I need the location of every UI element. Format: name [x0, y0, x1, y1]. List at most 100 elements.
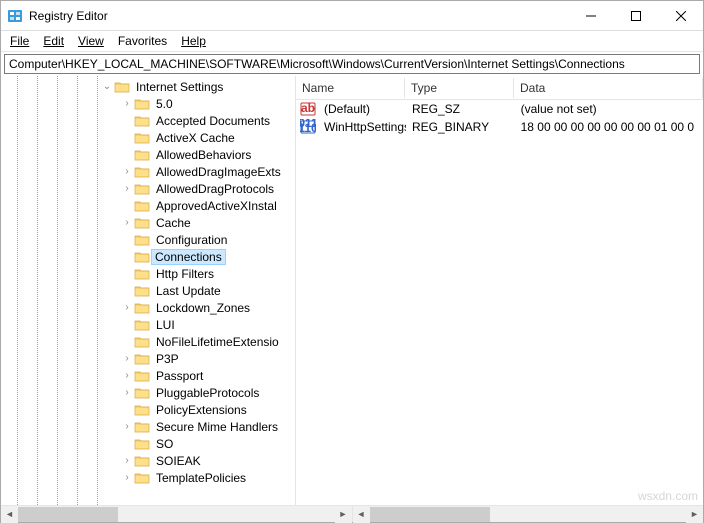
tree-label: AllowedDragImageExts [152, 165, 285, 179]
close-button[interactable] [658, 1, 703, 30]
value-type: REG_SZ [406, 101, 515, 117]
tree-item-internet-settings[interactable]: ⌄Internet Settings [1, 78, 295, 95]
list-header: Name Type Data [296, 76, 703, 100]
tree-item-lockdown-zones[interactable]: ›Lockdown_Zones [1, 299, 295, 316]
horizontal-scrollbar: ◄ ► ◄ ► [1, 505, 703, 522]
tree-item-so[interactable]: SO [1, 435, 295, 452]
tree-item-cache[interactable]: › Cache [1, 214, 295, 231]
expand-icon[interactable]: › [120, 369, 134, 383]
expand-icon[interactable]: › [120, 165, 134, 179]
tree-label: 5.0 [152, 97, 177, 111]
tree-label: SOIEAK [152, 454, 205, 468]
list-h-scroll[interactable]: ◄ ► [353, 506, 704, 522]
tree-item-alloweddragimageexts[interactable]: › AllowedDragImageExts [1, 163, 295, 180]
tree-item-nofilelifetimeextensio[interactable]: NoFileLifetimeExtensio [1, 333, 295, 350]
expand-placeholder [120, 284, 134, 298]
tree-pane[interactable]: ⌄Internet Settings › 5.0 Accepted Documents… [1, 76, 296, 505]
tree-label: Accepted Documents [152, 114, 274, 128]
tree-label: Configuration [152, 233, 231, 247]
expand-icon[interactable]: › [120, 301, 134, 315]
tree-item-connections[interactable]: Connections [1, 248, 295, 265]
address-bar[interactable]: Computer\HKEY_LOCAL_MACHINE\SOFTWARE\Mic… [4, 54, 700, 74]
expand-icon[interactable]: › [120, 420, 134, 434]
expand-placeholder [120, 199, 134, 213]
value-data: (value not set) [515, 101, 703, 117]
expand-placeholder [120, 114, 134, 128]
scroll-thumb[interactable] [370, 507, 490, 522]
expand-placeholder [120, 148, 134, 162]
menu-edit[interactable]: Edit [36, 32, 71, 50]
value-type: REG_BINARY [406, 119, 515, 135]
folder-icon [134, 420, 150, 434]
tree-label: LUI [152, 318, 179, 332]
scroll-right-button[interactable]: ► [335, 506, 352, 523]
folder-icon [134, 471, 150, 485]
tree-label: Cache [152, 216, 195, 230]
scroll-thumb[interactable] [18, 507, 118, 522]
col-header-type[interactable]: Type [405, 78, 514, 98]
expand-icon[interactable]: › [120, 352, 134, 366]
scroll-right-button[interactable]: ► [686, 506, 703, 523]
folder-icon [134, 318, 150, 332]
tree-item-accepted-documents[interactable]: Accepted Documents [1, 112, 295, 129]
menu-view[interactable]: View [71, 32, 111, 50]
tree-item-activex-cache[interactable]: ActiveX Cache [1, 129, 295, 146]
scroll-left-button[interactable]: ◄ [1, 506, 18, 523]
value-name: (Default) [318, 101, 406, 117]
svg-text:ab: ab [301, 101, 315, 115]
menu-help[interactable]: Help [174, 32, 213, 50]
tree-item-passport[interactable]: ›Passport [1, 367, 295, 384]
tree-item-alloweddragprotocols[interactable]: › AllowedDragProtocols [1, 180, 295, 197]
folder-icon [134, 199, 150, 213]
tree-item-soieak[interactable]: › SOIEAK [1, 452, 295, 469]
menu-favorites[interactable]: Favorites [111, 32, 174, 50]
folder-icon [114, 80, 130, 94]
tree-item-lui[interactable]: LUI [1, 316, 295, 333]
expand-icon[interactable]: › [120, 182, 134, 196]
menu-file[interactable]: File [3, 32, 36, 50]
col-header-data[interactable]: Data [514, 78, 703, 98]
content-area: ⌄Internet Settings › 5.0 Accepted Documents… [1, 76, 703, 505]
expand-icon[interactable]: › [120, 471, 134, 485]
value-row[interactable]: ab(Default)REG_SZ(value not set) [296, 100, 703, 118]
value-row[interactable]: 011110WinHttpSettingsREG_BINARY18 00 00 … [296, 118, 703, 136]
tree-item-last-update[interactable]: Last Update [1, 282, 295, 299]
tree-item-policyextensions[interactable]: PolicyExtensions [1, 401, 295, 418]
tree-item-http-filters[interactable]: Http Filters [1, 265, 295, 282]
tree-item-secure-mime-handlers[interactable]: › Secure Mime Handlers [1, 418, 295, 435]
collapse-icon[interactable]: ⌄ [100, 80, 114, 94]
expand-placeholder [120, 250, 134, 264]
tree-item-configuration[interactable]: Configuration [1, 231, 295, 248]
col-header-name[interactable]: Name [296, 78, 405, 98]
expand-placeholder [120, 318, 134, 332]
expand-icon[interactable]: › [120, 97, 134, 111]
tree-label: AllowedDragProtocols [152, 182, 278, 196]
tree-item-p3p[interactable]: ›P3P [1, 350, 295, 367]
tree-label: SO [152, 437, 177, 451]
folder-icon [134, 114, 150, 128]
tree-item-templatepolicies[interactable]: ›TemplatePolicies [1, 469, 295, 486]
tree-h-scroll[interactable]: ◄ ► [1, 506, 353, 522]
expand-icon[interactable]: › [120, 386, 134, 400]
svg-text:110: 110 [300, 121, 316, 135]
tree-item-allowedbehaviors[interactable]: AllowedBehaviors [1, 146, 295, 163]
tree-item-pluggableprotocols[interactable]: ›PluggableProtocols [1, 384, 295, 401]
tree-item-5-0[interactable]: › 5.0 [1, 95, 295, 112]
folder-icon [134, 131, 150, 145]
folder-icon [134, 386, 150, 400]
maximize-button[interactable] [613, 1, 658, 30]
folder-icon [134, 148, 150, 162]
expand-placeholder [120, 131, 134, 145]
folder-icon [134, 284, 150, 298]
expand-icon[interactable]: › [120, 216, 134, 230]
tree-label: Last Update [152, 284, 225, 298]
tree-label: PolicyExtensions [152, 403, 251, 417]
minimize-button[interactable] [568, 1, 613, 30]
tree-label: Secure Mime Handlers [152, 420, 282, 434]
list-pane[interactable]: Name Type Data ab(Default)REG_SZ(value n… [296, 76, 703, 505]
folder-icon [134, 437, 150, 451]
expand-icon[interactable]: › [120, 454, 134, 468]
scroll-left-button[interactable]: ◄ [353, 506, 370, 523]
tree-item-approvedactivexinstal[interactable]: ApprovedActiveXInstal [1, 197, 295, 214]
tree-label: ApprovedActiveXInstal [152, 199, 281, 213]
